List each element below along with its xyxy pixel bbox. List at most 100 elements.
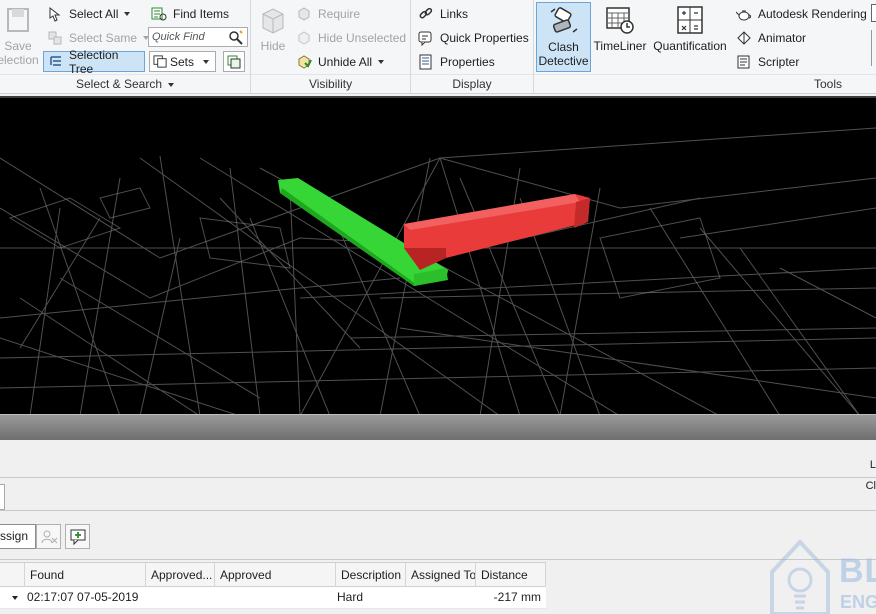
select-all-button[interactable]: Select All: [46, 3, 131, 25]
save-selection-icon: [7, 8, 29, 32]
clash-element-red[interactable]: [404, 194, 590, 270]
hide-unselected-icon: [295, 29, 313, 47]
select-same-button[interactable]: Select Same: [46, 27, 150, 49]
quick-find-placeholder: Quick Find: [152, 31, 205, 43]
column-header-found[interactable]: Found: [25, 563, 146, 587]
selection-tree-button[interactable]: Selection Tree: [43, 48, 145, 76]
column-header-distance[interactable]: Distance: [476, 563, 546, 587]
require-icon: [295, 5, 313, 23]
overflow-divider: [871, 30, 876, 66]
column-header-approved[interactable]: Approved: [215, 563, 336, 587]
column-header-approved-by[interactable]: Approved...: [146, 563, 215, 587]
visibility-group-label: Visibility: [308, 77, 353, 91]
clash-detective-button[interactable]: Clash Detective: [536, 2, 591, 72]
hide-button[interactable]: Hide: [255, 2, 291, 53]
links-button[interactable]: Links: [417, 3, 468, 25]
quantification-label: Quantification: [653, 39, 727, 53]
clash-detective-label-1: Clash: [548, 40, 579, 54]
display-group-label: Display: [452, 77, 492, 91]
header-spacer: [0, 563, 25, 587]
watermark-text-1: BL: [839, 552, 876, 590]
unhide-all-button[interactable]: Unhide All: [295, 51, 385, 73]
right-label-l: L: [869, 459, 876, 471]
unassign-button[interactable]: [36, 524, 61, 549]
cell-approved: [215, 587, 336, 608]
search-icon[interactable]: [228, 29, 244, 45]
unhide-all-icon: [295, 53, 313, 71]
quantification-button[interactable]: Quantification: [651, 2, 729, 53]
cell-description: Hard: [337, 590, 364, 604]
timeliner-icon: [606, 7, 634, 34]
autodesk-rendering-button[interactable]: Autodesk Rendering: [735, 3, 867, 25]
find-items-icon: [150, 5, 168, 23]
hide-unselected-label: Hide Unselected: [318, 31, 407, 45]
group-display: Links Quick Properties Properties Displa…: [411, 0, 534, 94]
quick-properties-label: Quick Properties: [440, 31, 529, 45]
watermark-text-2: ENG: [840, 592, 876, 612]
chevron-down-icon: [12, 595, 18, 600]
quick-properties-button[interactable]: Quick Properties: [417, 27, 529, 49]
save-selection-label-1: Save: [4, 39, 32, 53]
column-header-assigned-to[interactable]: Assigned To: [406, 563, 476, 587]
autodesk-rendering-label: Autodesk Rendering: [758, 7, 867, 21]
select-search-label-text: Select & Search: [75, 77, 163, 91]
hide-unselected-button[interactable]: Hide Unselected: [295, 27, 406, 49]
scripter-icon: [735, 53, 753, 71]
link-icon: [417, 5, 435, 23]
panel-splitter[interactable]: [0, 414, 876, 440]
save-selection-label-2: election: [0, 53, 39, 67]
cell-assigned-to: [406, 587, 476, 608]
animator-icon: [735, 29, 753, 47]
assign-button[interactable]: ssign: [0, 524, 36, 549]
results-table-header: Found Approved... Approved Description A…: [0, 562, 546, 587]
scripter-button[interactable]: Scripter: [735, 51, 799, 73]
cell-found: 02:17:07 07-05-2019: [27, 590, 139, 604]
quantification-icon: [677, 6, 703, 34]
sets-label: Sets: [170, 54, 195, 69]
timeliner-button[interactable]: TimeLiner: [593, 2, 647, 53]
sets-dropdown[interactable]: Sets: [149, 51, 216, 72]
quick-properties-icon: [417, 29, 435, 47]
properties-button[interactable]: Properties: [417, 51, 495, 73]
timeliner-label: TimeLiner: [593, 39, 647, 53]
select-same-label: Select Same: [69, 31, 138, 45]
clash-detective-label-2: Detective: [538, 54, 589, 68]
group-footer: Display: [411, 74, 533, 94]
animator-label: Animator: [758, 31, 807, 45]
find-items-button[interactable]: Find Items: [150, 3, 229, 25]
selection-tree-label: Selection Tree: [69, 47, 119, 76]
require-button[interactable]: Require: [295, 3, 360, 25]
tree-icon: [48, 54, 64, 70]
unhide-all-label: Unhide All: [318, 55, 373, 69]
teapot-icon: [735, 5, 753, 23]
group-footer: Tools: [534, 74, 876, 94]
quick-find-input[interactable]: Quick Find: [148, 27, 248, 47]
group-footer: Select & Search: [0, 74, 250, 94]
animator-button[interactable]: Animator: [735, 27, 806, 49]
sets-icon: [153, 55, 167, 68]
group-select-search: Save election Select All Select Same Sel…: [0, 0, 251, 94]
results-tab-stub[interactable]: [0, 484, 5, 510]
chevron-down-icon: [203, 60, 209, 64]
properties-icon: [417, 53, 435, 71]
navisworks-window: Save election Select All Select Same Sel…: [0, 0, 876, 614]
select-same-icon: [46, 29, 64, 47]
wireframe-model: [0, 127, 876, 414]
divider: [0, 559, 876, 560]
tools-group-label: Tools: [813, 77, 842, 91]
manage-sets-button[interactable]: [223, 51, 245, 72]
table-row[interactable]: 02:17:07 07-05-2019 Hard -217 mm: [0, 587, 546, 609]
save-selection-button[interactable]: Save election: [0, 2, 42, 67]
unassign-icon: [41, 530, 57, 543]
select-search-group-label[interactable]: Select & Search: [0, 76, 250, 92]
manage-sets-icon: [227, 55, 241, 68]
clash-detective-icon: [550, 7, 577, 33]
cursor-icon: [46, 5, 64, 23]
add-comment-button[interactable]: [65, 524, 90, 549]
group-tools: Clash Detective TimeLiner Quantification…: [534, 0, 876, 94]
overflow-button[interactable]: [871, 4, 876, 22]
ribbon: Save election Select All Select Same Sel…: [0, 0, 876, 94]
3d-viewport[interactable]: [0, 96, 876, 414]
find-items-label: Find Items: [173, 7, 230, 21]
column-header-description[interactable]: Description: [336, 563, 406, 587]
